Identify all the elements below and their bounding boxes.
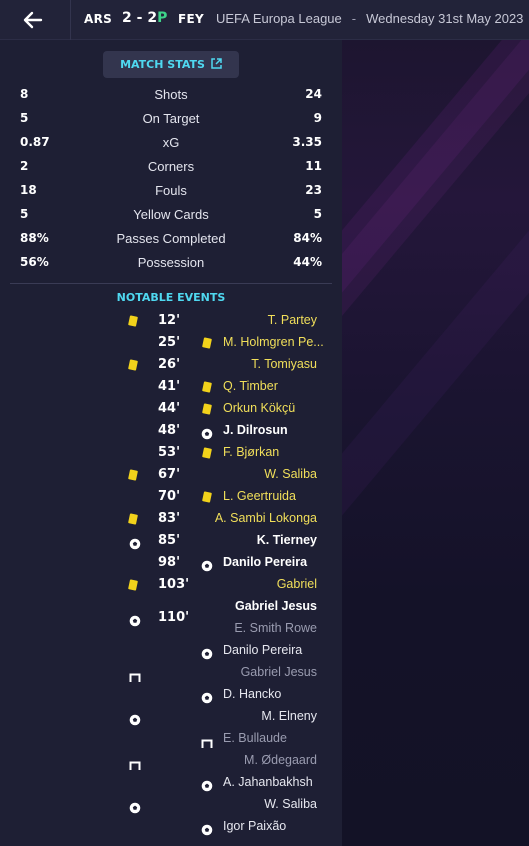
event-minute: 103' [158,577,190,592]
event-player[interactable]: W. Saliba [264,467,317,487]
match-date: Wednesday 31st May 2023 [366,11,524,26]
penalty-taker[interactable]: Danilo Pereira [223,643,302,663]
stat-row-fouls: 18 Fouls 23 [20,183,322,198]
section-divider [10,283,332,284]
penalties-marker: P [157,10,168,26]
stat-row-passes-completed: 88% Passes Completed 84% [20,231,322,246]
penalty-missed-icon [201,734,213,748]
event-player[interactable]: T. Partey [268,313,317,333]
match-header: ARS 2 - 2P FEY UEFA Europa League - Wednes… [0,0,529,40]
yellow-card-icon [128,469,141,482]
football-goal-icon [201,425,213,440]
event-minute: 85' [158,533,181,548]
penalty-scored-icon [201,645,213,660]
match-stats-button[interactable]: MATCH STATS [103,51,239,78]
stat-row-yellow-cards: 5 Yellow Cards 5 [20,207,322,222]
stat-row-shots: 8 Shots 24 [20,87,322,102]
penalty-taker[interactable]: M. Ødegaard [244,753,317,773]
expand-icon [211,57,222,72]
event-minute: 70' [158,489,181,504]
event-minute: 53' [158,445,181,460]
competition-name[interactable]: UEFA Europa League [216,11,342,26]
event-minute: 48' [158,423,181,438]
penalty-taker[interactable]: D. Hancko [223,687,281,707]
event-player[interactable]: Gabriel [277,577,317,597]
penalty-taker[interactable]: Igor Paixão [223,819,286,839]
stat-row-on-target: 5 On Target 9 [20,111,322,126]
event-minute: 83' [158,511,181,526]
stat-row-corners: 2 Corners 11 [20,159,322,174]
event-player[interactable]: Orkun Kökçü [223,401,295,421]
penalty-missed-icon [129,756,141,770]
penalty-scored-icon [201,777,213,792]
football-goal-icon [129,612,141,627]
score: 2 - 2P [122,10,168,26]
penalty-taker[interactable]: A. Jahanbakhsh [223,775,313,795]
event-minute: 44' [158,401,181,416]
background-artwork [342,40,529,846]
yellow-card-icon [202,447,215,460]
event-player[interactable]: J. Dilrosun [223,423,288,443]
penalty-taker[interactable]: M. Elneny [261,709,317,729]
penalty-taker[interactable]: Gabriel Jesus [241,665,317,685]
notable-events-title: NOTABLE EVENTS [116,291,226,304]
assist-player[interactable]: E. Smith Rowe [234,621,317,641]
event-player[interactable]: Q. Timber [223,379,278,399]
penalty-scored-icon [201,689,213,704]
penalty-missed-icon [129,668,141,682]
away-team[interactable]: FEY [178,12,204,26]
event-player[interactable]: F. Bjørkan [223,445,279,465]
penalty-taker[interactable]: W. Saliba [264,797,317,817]
yellow-card-icon [128,315,141,328]
event-minute: 41' [158,379,181,394]
yellow-card-icon [202,403,215,416]
stat-row-xg: 0.87 xG 3.35 [20,135,322,150]
home-team[interactable]: ARS [84,12,112,26]
stat-row-possession: 56% Possession 44% [20,255,322,270]
event-player[interactable]: Gabriel Jesus [235,599,317,619]
penalty-scored-icon [129,799,141,814]
penalty-taker[interactable]: E. Bullaude [223,731,287,751]
yellow-card-icon [128,513,141,526]
header-divider [70,0,71,40]
back-arrow-icon[interactable] [20,7,46,33]
football-goal-icon [201,557,213,572]
football-goal-icon [129,535,141,550]
event-minute: 98' [158,555,181,570]
yellow-card-icon [128,359,141,372]
event-minute: 110' [158,610,190,625]
yellow-card-icon [202,381,215,394]
event-minute: 67' [158,467,181,482]
event-minute: 25' [158,335,181,350]
penalty-scored-icon [129,711,141,726]
event-minute: 12' [158,313,181,328]
event-player[interactable]: A. Sambi Lokonga [215,511,317,531]
event-player[interactable]: M. Holmgren Pe... [223,335,324,355]
event-player[interactable]: K. Tierney [257,533,317,553]
yellow-card-icon [202,491,215,504]
penalty-scored-icon [201,821,213,836]
event-player[interactable]: L. Geertruida [223,489,296,509]
yellow-card-icon [128,579,141,592]
yellow-card-icon [202,337,215,350]
event-player[interactable]: T. Tomiyasu [251,357,317,377]
competition-info: UEFA Europa League - Wednesday 31st May 20… [216,11,524,26]
event-player[interactable]: Danilo Pereira [223,555,307,575]
event-minute: 26' [158,357,181,372]
